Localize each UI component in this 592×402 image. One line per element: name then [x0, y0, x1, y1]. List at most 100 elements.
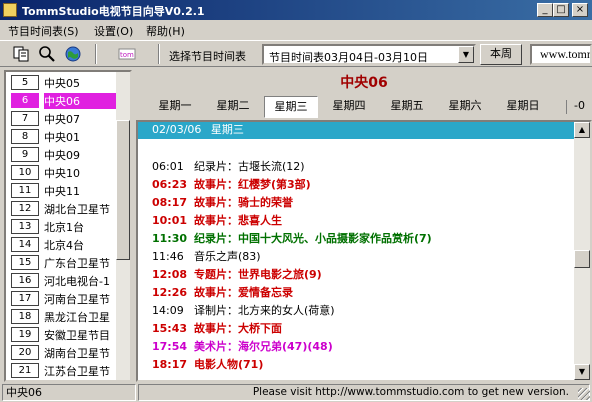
tab-day[interactable]: 星期二	[206, 96, 260, 118]
maximize-button[interactable]: □	[553, 3, 569, 17]
channel-number: 8	[11, 129, 39, 144]
day-separator	[566, 100, 567, 114]
tab-day[interactable]: 星期一	[148, 96, 202, 118]
toolbar-separator	[95, 44, 97, 64]
minimize-button[interactable]: _	[537, 3, 553, 17]
channel-number: 10	[11, 165, 39, 180]
program-time: 08:17	[152, 196, 188, 209]
channel-name: 北京4台	[44, 239, 84, 252]
schedule-date: 02/03/06	[152, 123, 202, 136]
program-time: 11:46	[152, 250, 184, 263]
chevron-down-icon[interactable]: ▼	[458, 46, 474, 63]
menu-help[interactable]: 帮助(H)	[146, 23, 185, 39]
channel-item[interactable]: 15 广东台卫星节	[8, 253, 117, 271]
channel-name: 黑龙江台卫星	[44, 311, 110, 324]
channel-list-scrollbar[interactable]	[116, 72, 130, 380]
day-scroll-indicator[interactable]: -0	[574, 96, 585, 116]
channel-name: 中央11	[44, 185, 80, 198]
schedule-scrollbar[interactable]: ▲ ▼	[574, 122, 590, 380]
program-time: 12:26	[152, 286, 188, 299]
channel-item[interactable]: 18 黑龙江台卫星	[8, 307, 117, 325]
channel-number: 9	[11, 147, 39, 162]
program-row[interactable]: 14:09 译制片：北方来的女人(荷意)	[152, 302, 335, 318]
channel-item[interactable]: 5 中央05	[8, 73, 117, 91]
channel-name: 安徽卫星节目	[44, 329, 110, 342]
program-row[interactable]: 06:23 故事片：红樱梦(第3部)	[152, 176, 311, 192]
program-row[interactable]: 12:26 故事片：爱情备忘录	[152, 284, 293, 300]
channel-item[interactable]: 10 中央10	[8, 163, 117, 181]
program-row[interactable]: 15:43 故事片：大桥下面	[152, 320, 282, 336]
channel-name: 江苏台卫星节	[44, 365, 110, 378]
copy-icon[interactable]	[12, 45, 30, 63]
program-row[interactable]: 12:08 专题片：世界电影之旅(9)	[152, 266, 322, 282]
resize-grip-icon[interactable]	[578, 388, 590, 400]
channel-item[interactable]: 6 中央06	[8, 91, 117, 109]
menu-settings[interactable]: 设置(O)	[94, 23, 133, 39]
channel-name: 广东台卫星节	[44, 257, 110, 270]
this-week-button[interactable]: 本周	[480, 44, 522, 65]
tomm-logo-icon[interactable]: tom	[118, 45, 136, 63]
channel-item[interactable]: 8 中央01	[8, 127, 117, 145]
scroll-down-icon[interactable]: ▼	[574, 364, 590, 380]
close-button[interactable]: ×	[572, 3, 588, 17]
program-row[interactable]: 06:01 纪录片：古堰长流(12)	[152, 158, 305, 174]
scroll-up-icon[interactable]: ▲	[574, 122, 590, 138]
channel-item[interactable]: 13 北京1台	[8, 217, 117, 235]
program-title: 美术片：海尔兄弟(47)(48)	[194, 340, 333, 353]
program-title: 故事片：骑士的荣誉	[194, 196, 293, 209]
channel-name: 中央09	[44, 149, 80, 162]
program-time: 14:09	[152, 304, 184, 317]
program-title: 纪录片：古堰长流(12)	[194, 160, 305, 173]
schedule-list: 02/03/06 星期三 06:01 纪录片：古堰长流(12) 06:23 故事片：红…	[136, 120, 592, 382]
channel-item[interactable]: 7 中央07	[8, 109, 117, 127]
menu-schedule[interactable]: 节目时间表(S)	[8, 23, 79, 39]
program-time: 11:30	[152, 232, 188, 245]
tab-day[interactable]: 星期三	[264, 96, 318, 118]
channel-title: 中央06	[340, 75, 388, 91]
globe-icon[interactable]	[64, 45, 82, 63]
channel-name: 河南台卫星节	[44, 293, 110, 306]
scrollbar-thumb[interactable]	[116, 120, 130, 260]
program-time: 17:54	[152, 340, 188, 353]
program-row[interactable]: 17:54 美术片：海尔兄弟(47)(48)	[152, 338, 333, 354]
channel-item[interactable]: 17 河南台卫星节	[8, 289, 117, 307]
scrollbar-thumb[interactable]	[574, 250, 590, 268]
app-tv-icon	[3, 3, 17, 17]
program-title: 音乐之声(83)	[194, 250, 261, 263]
search-icon[interactable]	[38, 45, 56, 63]
channel-number: 21	[11, 363, 39, 378]
channel-item[interactable]: 20 湖南台卫星节	[8, 343, 117, 361]
tab-day[interactable]: 星期六	[438, 96, 492, 118]
channel-name: 湖南台卫星节	[44, 347, 110, 360]
channel-item[interactable]: 21 江苏台卫星节	[8, 361, 117, 379]
channel-item[interactable]: 19 安徽卫星节目	[8, 325, 117, 343]
channel-item[interactable]: 11 中央11	[8, 181, 117, 199]
schedule-date-header: 02/03/06 星期三	[138, 122, 574, 139]
program-row[interactable]: 11:46 音乐之声(83)	[152, 248, 261, 264]
channel-name: 北京1台	[44, 221, 84, 234]
channel-item[interactable]: 12 湖北台卫星节	[8, 199, 117, 217]
tab-day[interactable]: 星期五	[380, 96, 434, 118]
channel-item[interactable]: 16 河北电视台-1	[8, 271, 117, 289]
channel-number: 13	[11, 219, 39, 234]
channel-name: 中央01	[44, 131, 80, 144]
channel-item[interactable]: 9 中央09	[8, 145, 117, 163]
program-title: 电影人物(71)	[194, 358, 264, 371]
channel-list[interactable]: 5 中央05 6 中央06 7 中央07 8 中央01 9 中央09 10 中央10 11 中央11 12 湖…	[4, 70, 132, 382]
channel-item[interactable]: 14 北京4台	[8, 235, 117, 253]
channel-number: 11	[11, 183, 39, 198]
program-row[interactable]: 18:17 电影人物(71)	[152, 356, 263, 372]
program-title: 故事片：悲喜人生	[194, 214, 282, 227]
schedule-select[interactable]: 节目时间表03月04日-03月10日 ▼	[262, 44, 476, 65]
program-row[interactable]: 08:17 故事片：骑士的荣誉	[152, 194, 293, 210]
program-title: 故事片：红樱梦(第3部)	[194, 178, 311, 191]
program-row[interactable]: 10:01 故事片：悲喜人生	[152, 212, 282, 228]
window-title: TommStudio电视节目向导V0.2.1	[22, 5, 205, 18]
program-title: 专题片：世界电影之旅(9)	[194, 268, 322, 281]
tab-day[interactable]: 星期日	[496, 96, 550, 118]
tab-day[interactable]: 星期四	[322, 96, 376, 118]
program-row[interactable]: 11:30 纪录片：中国十大风光、小品摄影家作品赏析(7)	[152, 230, 432, 246]
website-link[interactable]: www.tomm	[530, 44, 592, 65]
channel-name: 湖北台卫星节	[44, 203, 110, 216]
channel-name: 中央07	[44, 113, 80, 126]
